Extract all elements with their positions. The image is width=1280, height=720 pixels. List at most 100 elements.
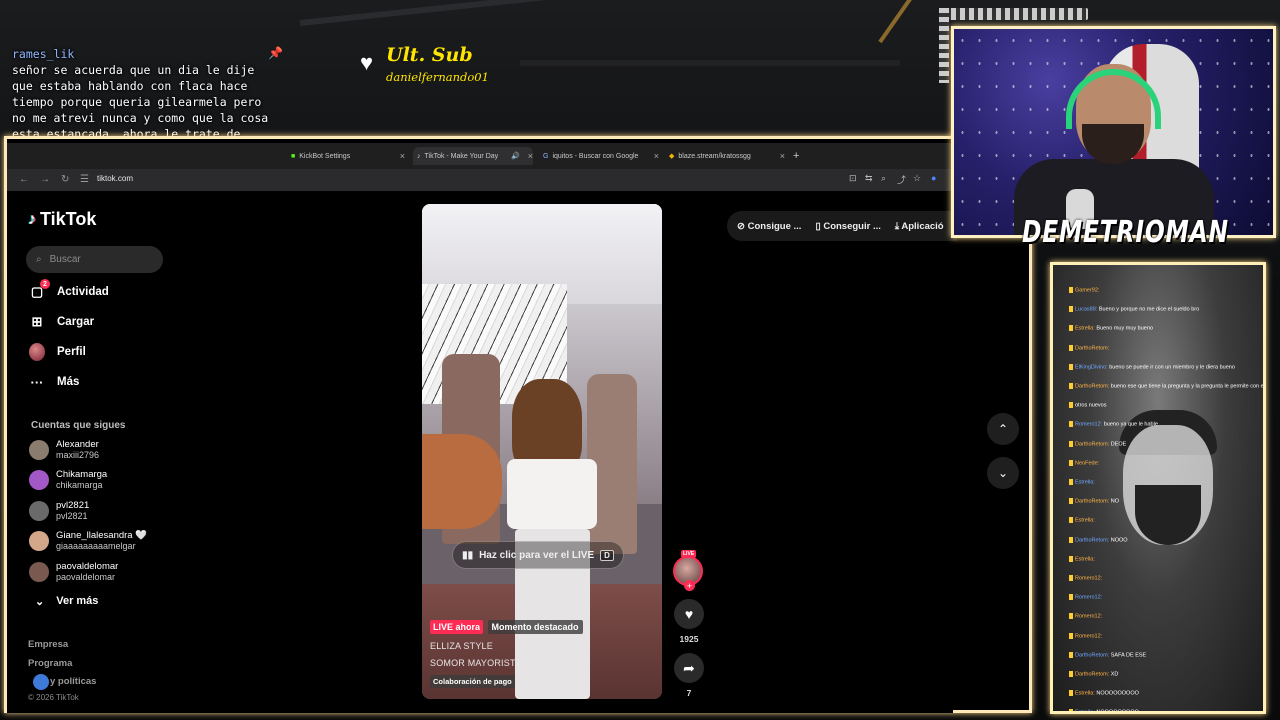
get-coins-button[interactable]: ⊘ Consigue ...: [737, 221, 801, 232]
like-action[interactable]: ♥ 1925: [674, 599, 704, 644]
chat-username[interactable]: Estrella:: [1075, 518, 1095, 524]
chat-message: DarthoRetom: NOOO: [1069, 536, 1128, 544]
floating-extension-icon[interactable]: [33, 674, 49, 690]
footer-link-politicas[interactable]: y políticas: [50, 676, 96, 687]
chat-username[interactable]: ElKingDivino:: [1075, 364, 1109, 370]
chat-text: bueno se puede ir con un miembro y le di…: [1109, 364, 1235, 371]
chat-username[interactable]: DarthoRetom:: [1075, 345, 1109, 351]
back-icon[interactable]: ←: [19, 174, 29, 185]
chat-username[interactable]: DarthoRetom:: [1075, 652, 1111, 658]
see-more-button[interactable]: ⌄ Ver más: [35, 595, 98, 608]
chat-username[interactable]: Lucas88:: [1075, 307, 1099, 313]
footer-link-empresa[interactable]: Empresa: [28, 639, 68, 650]
video-caption: LIVE ahora Momento destacado ELLIZA STYL…: [430, 620, 583, 688]
chat-text: XD: [1110, 671, 1119, 678]
bookmark-star-icon[interactable]: ☆: [913, 173, 921, 184]
nav-label: Perfil: [57, 346, 86, 358]
following-item[interactable]: pvl2821 pvl2821: [29, 500, 89, 522]
watch-live-button[interactable]: ▮▮ Haz clic para ver el LIVE D: [452, 541, 624, 569]
chat-username[interactable]: Estrella:: [1075, 710, 1096, 711]
translate-icon[interactable]: ⇆: [865, 173, 873, 184]
chat-message: DarthoRetom: NO: [1069, 498, 1119, 505]
close-icon[interactable]: ×: [400, 151, 405, 161]
chat-username[interactable]: Romero12:: [1075, 575, 1102, 581]
new-tab-button[interactable]: +: [789, 147, 803, 165]
footer-link-programa[interactable]: Programa: [28, 658, 72, 669]
close-icon[interactable]: ×: [528, 151, 533, 161]
stream-chat-box: Gamer92: Lucas88: Bueno y porque no me d…: [1050, 262, 1266, 714]
reload-icon[interactable]: ↻: [61, 174, 69, 185]
close-icon[interactable]: ×: [654, 151, 659, 161]
chat-badge-icon: [1069, 402, 1073, 409]
forward-icon[interactable]: →: [40, 174, 50, 185]
video-player[interactable]: ▮▮ Haz clic para ver el LIVE D LIVE ahor…: [422, 204, 662, 699]
tab-blaze[interactable]: ◆ blaze.stream/kratossgg ×: [665, 147, 785, 165]
heart-icon: ♥: [360, 50, 374, 75]
avatar: [29, 531, 49, 551]
chat-message: Romero12:: [1069, 594, 1102, 601]
chat-badge-icon: [1069, 613, 1073, 620]
film-strip-decoration: [942, 8, 1088, 20]
next-video-button[interactable]: ⌄: [987, 457, 1019, 489]
zoom-icon[interactable]: ⌕: [881, 173, 886, 184]
chat-badge-icon: [1069, 287, 1073, 293]
search-input[interactable]: ⌕ Buscar: [26, 246, 163, 273]
nav-actividad[interactable]: ▢ 2 Actividad: [29, 279, 109, 300]
following-item[interactable]: Alexander maxiii2796: [29, 439, 99, 461]
chat-username[interactable]: Estrella:: [1075, 479, 1095, 485]
following-item[interactable]: paovaldelomar paovaldelomar: [29, 561, 118, 583]
chat-username[interactable]: DarthoRetom:: [1075, 671, 1111, 677]
previous-video-button[interactable]: ⌃: [987, 413, 1019, 445]
chat-badge-icon: [1069, 709, 1073, 711]
chat-username[interactable]: Estrella:: [1075, 556, 1095, 562]
nav-cargar[interactable]: ⊞ Cargar: [29, 314, 95, 330]
nav-mas[interactable]: ··· Más: [29, 374, 80, 390]
chat-username[interactable]: Estrella:: [1075, 691, 1096, 697]
site-info-icon[interactable]: ☰: [80, 174, 89, 185]
chat-username[interactable]: DarthoRetom:: [1075, 537, 1111, 543]
copyright: © 2026 TikTok: [28, 693, 79, 702]
url-field[interactable]: tiktok.com: [97, 174, 133, 183]
chat-username[interactable]: Gamer92:: [1075, 287, 1099, 293]
last-sub-widget: ♥ Ult. Sub danielfernando01: [360, 42, 520, 92]
chat-username[interactable]: Romero12:: [1075, 422, 1104, 428]
chat-username[interactable]: Romero12:: [1075, 633, 1102, 639]
tiktok-page: ♪ TikTok ⌕ Buscar ▢ 2 Actividad ⊞ Cargar …: [7, 191, 1019, 713]
nav-perfil[interactable]: Perfil: [29, 343, 86, 361]
following-item[interactable]: Chikamarga chikamarga: [29, 469, 107, 491]
chat-message: DarthoRetom: bueno ese que tiene la preg…: [1069, 383, 1263, 390]
heart-icon[interactable]: ♥: [674, 599, 704, 629]
nav-label: Más: [57, 376, 80, 388]
chat-username[interactable]: Romero12:: [1075, 614, 1102, 620]
chat-username[interactable]: DarthoRetom:: [1075, 499, 1111, 505]
chat-message: Romero12:: [1069, 632, 1102, 640]
tiktok-logo[interactable]: ♪ TikTok: [28, 209, 96, 230]
speaker-icon[interactable]: 🔊: [511, 152, 520, 160]
tab-kickbot[interactable]: ■ KickBot Settings ×: [287, 147, 405, 165]
like-count: 1925: [679, 634, 699, 644]
get-app-button[interactable]: ▯ Conseguir ...: [815, 221, 880, 232]
following-name: paovaldelomar: [56, 561, 119, 572]
see-more-label: Ver más: [56, 595, 99, 607]
live-bars-icon: ▮▮: [462, 549, 474, 561]
extension-icon[interactable]: ●: [931, 173, 936, 183]
follow-plus-icon[interactable]: +: [684, 580, 695, 591]
tab-google[interactable]: G iquitos - Buscar con Google ×: [539, 147, 659, 165]
live-now-tag[interactable]: LIVE ahora: [430, 620, 484, 634]
chat-text: bueno ya que le hable: [1103, 421, 1158, 428]
chat-username[interactable]: Romero12:: [1075, 595, 1102, 601]
share-action[interactable]: ➦ 7: [674, 653, 704, 698]
chat-username[interactable]: Estrella:: [1075, 326, 1096, 332]
chat-username[interactable]: DarthoRetom:: [1075, 441, 1111, 447]
install-icon[interactable]: ⊡: [849, 173, 857, 184]
avatar: [29, 470, 49, 490]
following-item[interactable]: Giane_llalesandra 🤍 giaaaaaaaaamelgar: [29, 530, 147, 552]
tab-tiktok[interactable]: ♪ TikTok - Make Your Day 🔊 ×: [413, 147, 533, 165]
chat-username[interactable]: NeoFede:: [1075, 460, 1099, 466]
share-arrow-icon[interactable]: ➦: [674, 653, 704, 683]
chat-message: Romero12:: [1069, 575, 1102, 582]
download-app-button[interactable]: ⤓ Aplicació: [895, 221, 944, 232]
chat-username[interactable]: DarthoRetom:: [1075, 383, 1111, 389]
close-icon[interactable]: ×: [780, 151, 785, 161]
share-icon[interactable]: ⤴: [897, 173, 906, 186]
